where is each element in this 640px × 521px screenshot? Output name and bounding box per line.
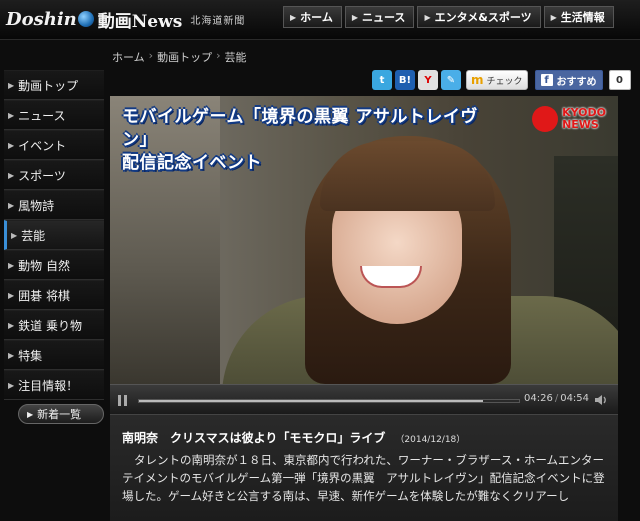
nav-news[interactable]: ▶ ニュース <box>344 6 415 28</box>
video-caption: モバイルゲーム「境界の黒翼 アサルトレイヴン」 配信記念イベント <box>122 106 492 175</box>
article-title: 南明奈 クリスマスは彼より「モモクロ」ライブ <box>122 431 386 445</box>
sidebar-item-label: ニュース <box>18 108 66 123</box>
sidebar-item-label: 囲碁 将棋 <box>18 288 70 303</box>
chevron-right-icon: › <box>216 49 221 62</box>
sidebar-item-label: 風物詩 <box>18 198 55 213</box>
site-header: Doshin 動画News 北海道新聞 ▶ ホーム ▶ ニュース ▶ エンタメ&スポー… <box>0 0 640 40</box>
article-date: （2014/12/18） <box>395 435 466 445</box>
triangle-right-icon: ▶ <box>8 290 15 300</box>
triangle-right-icon: ▶ <box>550 12 557 22</box>
time-separator: / <box>554 393 559 404</box>
logo-paper-text: 北海道新聞 <box>190 15 246 27</box>
breadcrumb: ホーム › 動画トップ › 芸能 <box>112 49 246 65</box>
sidebar-item-railway[interactable]: ▶ 鉄道 乗り物 <box>4 310 104 340</box>
nav-news-label: ニュース <box>361 11 406 24</box>
article-body: タレントの南明奈が１８日、東京都内で行われた、ワーナー・ブラザース・ホームエンタ… <box>122 453 605 503</box>
nav-home-label: ホーム <box>300 11 333 24</box>
sidebar: ▶ 動画トップ ▶ ニュース ▶ イベント ▶ スポーツ ▶ 風物詩 ▶ 芸能 ▶ 動物 自然… <box>4 70 104 424</box>
triangle-right-icon: ▶ <box>424 12 431 22</box>
facebook-icon: f <box>540 74 553 86</box>
chevron-right-icon: › <box>148 49 154 62</box>
sidebar-item-label: 動物 自然 <box>18 258 70 273</box>
logo-doshin-text: Doshin <box>6 8 77 30</box>
triangle-right-icon: ▶ <box>8 110 15 120</box>
kyodo-logo-text: KYODO NEWS <box>562 107 606 131</box>
seek-bar-progress <box>139 400 483 402</box>
nav-entertainment-sports[interactable]: ▶ エンタメ&スポーツ <box>417 6 541 28</box>
triangle-right-icon: ▶ <box>8 320 15 330</box>
sidebar-item-go-shogi[interactable]: ▶ 囲碁 将棋 <box>4 280 104 310</box>
triangle-right-icon: ▶ <box>27 409 34 419</box>
sidebar-item-seasonal[interactable]: ▶ 風物詩 <box>4 190 104 220</box>
nav-life-label: 生活情報 <box>560 11 605 24</box>
social-share-bar: t B! Y ✎ m チェック f おすすめ 0 <box>372 70 631 90</box>
kyodo-news-logo: KYODO NEWS <box>532 106 606 132</box>
breadcrumb-video-top[interactable]: 動画トップ <box>157 49 212 65</box>
sidebar-item-animals-nature[interactable]: ▶ 動物 自然 <box>4 250 104 280</box>
sidebar-item-label: 注目情報！ <box>18 378 79 393</box>
nav-entertainment-label: エンタメ&スポーツ <box>434 11 532 24</box>
sidebar-item-label: 芸能 <box>21 228 46 243</box>
sidebar-item-sports[interactable]: ▶ スポーツ <box>4 160 104 190</box>
triangle-right-icon: ▶ <box>290 12 297 22</box>
triangle-right-icon: ▶ <box>8 140 15 150</box>
sidebar-item-news[interactable]: ▶ ニュース <box>4 100 104 130</box>
link-icon[interactable]: ✎ <box>441 70 461 90</box>
hatena-bookmark-icon[interactable]: B! <box>395 70 415 90</box>
duration: 04:54 <box>560 393 590 404</box>
sidebar-item-features[interactable]: ▶ 特集 <box>4 340 104 370</box>
breadcrumb-current: 芸能 <box>224 51 247 64</box>
triangle-right-icon: ▶ <box>8 380 15 390</box>
article-header: 南明奈 クリスマスは彼より「モモクロ」ライブ （2014/12/18） <box>122 429 610 446</box>
video-caption-line2: 配信記念イベント <box>122 153 262 173</box>
current-time: 04:26 <box>524 393 553 404</box>
global-nav: ▶ ホーム ▶ ニュース ▶ エンタメ&スポーツ ▶ 生活情報 <box>283 6 614 28</box>
kyodo-logo-line2: NEWS <box>562 118 599 131</box>
video-caption-line1: モバイルゲーム「境界の黒翼 アサルトレイヴン」 <box>122 107 478 150</box>
facebook-recommend-button[interactable]: f おすすめ <box>534 70 603 90</box>
yahoo-bookmark-icon[interactable]: Y <box>418 70 438 90</box>
video-controls: 04:26 / 04:54 <box>110 384 618 414</box>
triangle-right-icon: ▶ <box>8 200 15 210</box>
time-display: 04:26 / 04:54 <box>524 393 589 404</box>
sidebar-item-video-top[interactable]: ▶ 動画トップ <box>4 70 104 100</box>
triangle-right-icon: ▶ <box>8 260 15 270</box>
globe-icon <box>77 11 94 27</box>
mixi-check-button[interactable]: m チェック <box>466 70 528 90</box>
triangle-right-icon: ▶ <box>8 350 15 360</box>
sidebar-item-event[interactable]: ▶ イベント <box>4 130 104 160</box>
triangle-right-icon: ▶ <box>8 80 15 90</box>
article: 南明奈 クリスマスは彼より「モモクロ」ライブ （2014/12/18） タレント… <box>110 414 618 521</box>
triangle-right-icon: ▶ <box>351 12 358 22</box>
sidebar-item-featured-info[interactable]: ▶ 注目情報！ <box>4 370 104 400</box>
logo-news-text: 動画News <box>97 11 183 32</box>
nav-life-info[interactable]: ▶ 生活情報 <box>543 6 614 28</box>
sidebar-item-label: イベント <box>18 138 67 153</box>
sidebar-item-entertainment[interactable]: ▶ 芸能 <box>4 220 104 250</box>
sidebar-item-label: 鉄道 乗り物 <box>18 318 82 333</box>
breadcrumb-home[interactable]: ホーム <box>112 49 145 65</box>
sidebar-item-label: 動画トップ <box>18 78 79 93</box>
sidebar-item-label: スポーツ <box>18 168 66 183</box>
new-list-button[interactable]: ▶ 新着一覧 <box>18 404 104 424</box>
kyodo-logo-icon <box>532 106 559 132</box>
nav-home[interactable]: ▶ ホーム <box>283 6 342 28</box>
facebook-recommend-label: おすすめ <box>556 76 597 88</box>
volume-icon[interactable] <box>594 393 608 407</box>
sidebar-item-label: 特集 <box>18 348 43 363</box>
seek-bar[interactable] <box>138 399 520 403</box>
new-list-label: 新着一覧 <box>37 408 82 421</box>
video-player[interactable]: モバイルゲーム「境界の黒翼 アサルトレイヴン」 配信記念イベント KYODO N… <box>110 96 618 384</box>
mixi-icon: m <box>471 73 484 87</box>
pause-icon[interactable] <box>118 395 128 406</box>
triangle-right-icon: ▶ <box>11 230 18 240</box>
facebook-count: 0 <box>608 70 631 90</box>
triangle-right-icon: ▶ <box>8 170 15 180</box>
mixi-check-label: チェック <box>486 76 523 87</box>
twitter-icon[interactable]: t <box>372 70 392 90</box>
site-logo[interactable]: Doshin 動画News 北海道新聞 <box>6 6 245 32</box>
